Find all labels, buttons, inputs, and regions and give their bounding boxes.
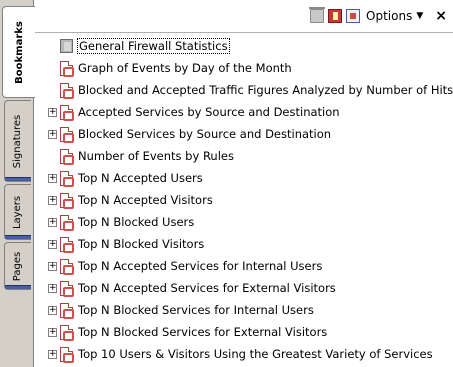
tab-signatures-label: Signatures: [12, 114, 24, 168]
tab-pages[interactable]: Pages: [4, 242, 31, 290]
panel-tab-strip: Bookmarks Signatures Layers Pages: [0, 0, 35, 367]
pdf-doc-icon: [60, 236, 74, 253]
new-bookmark-icon[interactable]: [328, 9, 343, 23]
tab-layers[interactable]: Layers: [4, 184, 31, 240]
expand-plus-icon[interactable]: +: [48, 217, 57, 227]
pdf-doc-icon: [60, 192, 74, 209]
expand-plus-icon[interactable]: +: [48, 261, 57, 271]
bookmarks-toolbar: Options ▼ ×: [34, 0, 453, 32]
bookmark-label[interactable]: Graph of Events by Day of the Month: [78, 61, 292, 75]
tab-pages-label: Pages: [12, 251, 24, 281]
bookmark-row[interactable]: + Top N Accepted Services for Internal Us…: [34, 255, 453, 277]
expand-plus-icon[interactable]: +: [48, 239, 57, 249]
bookmark-row[interactable]: + Top N Blocked Users: [34, 211, 453, 233]
pdf-doc-icon: [60, 302, 74, 319]
tab-bookmarks-label: Bookmarks: [13, 20, 25, 84]
close-icon[interactable]: ×: [435, 8, 447, 24]
bookmark-row[interactable]: Number of Events by Rules: [34, 145, 453, 167]
pdf-doc-icon: [60, 60, 74, 77]
tab-bookmarks[interactable]: Bookmarks: [2, 6, 35, 98]
pdf-doc-icon: [60, 104, 74, 121]
pdf-doc-icon: [60, 346, 74, 363]
expand-plus-icon[interactable]: +: [48, 283, 57, 293]
tab-layers-stripe: [5, 235, 31, 239]
bookmark-row[interactable]: + Top N Accepted Users: [34, 167, 453, 189]
bookmark-label[interactable]: Top 10 Users & Visitors Using the Greate…: [78, 347, 433, 361]
expand-plus-icon[interactable]: +: [48, 129, 57, 139]
bookmark-label[interactable]: Top N Accepted Users: [78, 171, 203, 185]
bookmark-label[interactable]: Top N Accepted Services for Internal Use…: [78, 259, 322, 273]
bookmark-row[interactable]: + Accepted Services by Source and Destina…: [34, 101, 453, 123]
tab-signatures[interactable]: Signatures: [4, 100, 31, 182]
bookmark-label[interactable]: Top N Blocked Visitors: [78, 237, 204, 251]
bookmark-label[interactable]: Top N Blocked Users: [78, 215, 194, 229]
bookmark-label[interactable]: Number of Events by Rules: [78, 149, 234, 163]
pdf-doc-icon: [60, 82, 74, 99]
tab-layers-label: Layers: [12, 195, 24, 229]
pdf-doc-icon: [60, 214, 74, 231]
pdf-doc-icon: [60, 148, 74, 165]
bookmark-row[interactable]: Graph of Events by Day of the Month: [34, 57, 453, 79]
bookmark-row[interactable]: Blocked and Accepted Traffic Figures Ana…: [34, 79, 453, 101]
bookmark-row[interactable]: + Top N Accepted Services for External Vi…: [34, 277, 453, 299]
pdf-doc-icon: [60, 258, 74, 275]
chevron-down-icon: ▼: [416, 11, 424, 21]
pdf-doc-icon: [60, 324, 74, 341]
expand-plus-icon[interactable]: +: [48, 195, 57, 205]
bookmark-label[interactable]: Accepted Services by Source and Destinat…: [78, 105, 340, 119]
options-menu-button[interactable]: Options ▼: [364, 9, 425, 23]
bookmark-row[interactable]: + Top 10 Users & Visitors Using the Great…: [34, 343, 453, 365]
bookmark-row[interactable]: + Top N Blocked Services for Internal Use…: [34, 299, 453, 321]
expand-plus-icon[interactable]: +: [48, 327, 57, 337]
bookmark-label[interactable]: Top N Accepted Visitors: [78, 193, 213, 207]
book-icon: [60, 39, 73, 53]
bookmark-tree: General Firewall Statistics Graph of Even…: [34, 32, 453, 367]
expand-plus-icon[interactable]: +: [48, 305, 57, 315]
bookmark-row[interactable]: + Blocked Services by Source and Destinat…: [34, 123, 453, 145]
options-label: Options: [366, 9, 413, 23]
trash-icon[interactable]: [309, 7, 326, 23]
bookmark-label[interactable]: Blocked and Accepted Traffic Figures Ana…: [78, 83, 453, 97]
expand-plus-icon[interactable]: +: [48, 173, 57, 183]
expand-plus-icon[interactable]: +: [48, 349, 57, 359]
bookmark-row[interactable]: + Top N Accepted Visitors: [34, 189, 453, 211]
bookmark-label[interactable]: Top N Accepted Services for External Vis…: [78, 281, 336, 295]
expand-plus-icon[interactable]: +: [48, 107, 57, 117]
bookmark-row[interactable]: General Firewall Statistics: [34, 35, 453, 57]
tab-pages-stripe: [5, 285, 31, 289]
pdf-doc-icon: [60, 126, 74, 143]
bookmark-row[interactable]: + Top N Blocked Visitors: [34, 233, 453, 255]
bookmark-label[interactable]: Top N Blocked Services for External Visi…: [78, 325, 327, 339]
pdf-doc-icon: [60, 170, 74, 187]
bookmark-row[interactable]: + Top N Blocked Services for External Vis…: [34, 321, 453, 343]
bookmark-label[interactable]: Blocked Services by Source and Destinati…: [78, 127, 331, 141]
tab-signatures-stripe: [5, 177, 31, 181]
bookmark-label[interactable]: General Firewall Statistics: [77, 38, 230, 54]
pdf-doc-icon: [60, 280, 74, 297]
bookmark-label[interactable]: Top N Blocked Services for Internal User…: [78, 303, 314, 317]
expand-bookmark-icon[interactable]: [346, 9, 361, 23]
